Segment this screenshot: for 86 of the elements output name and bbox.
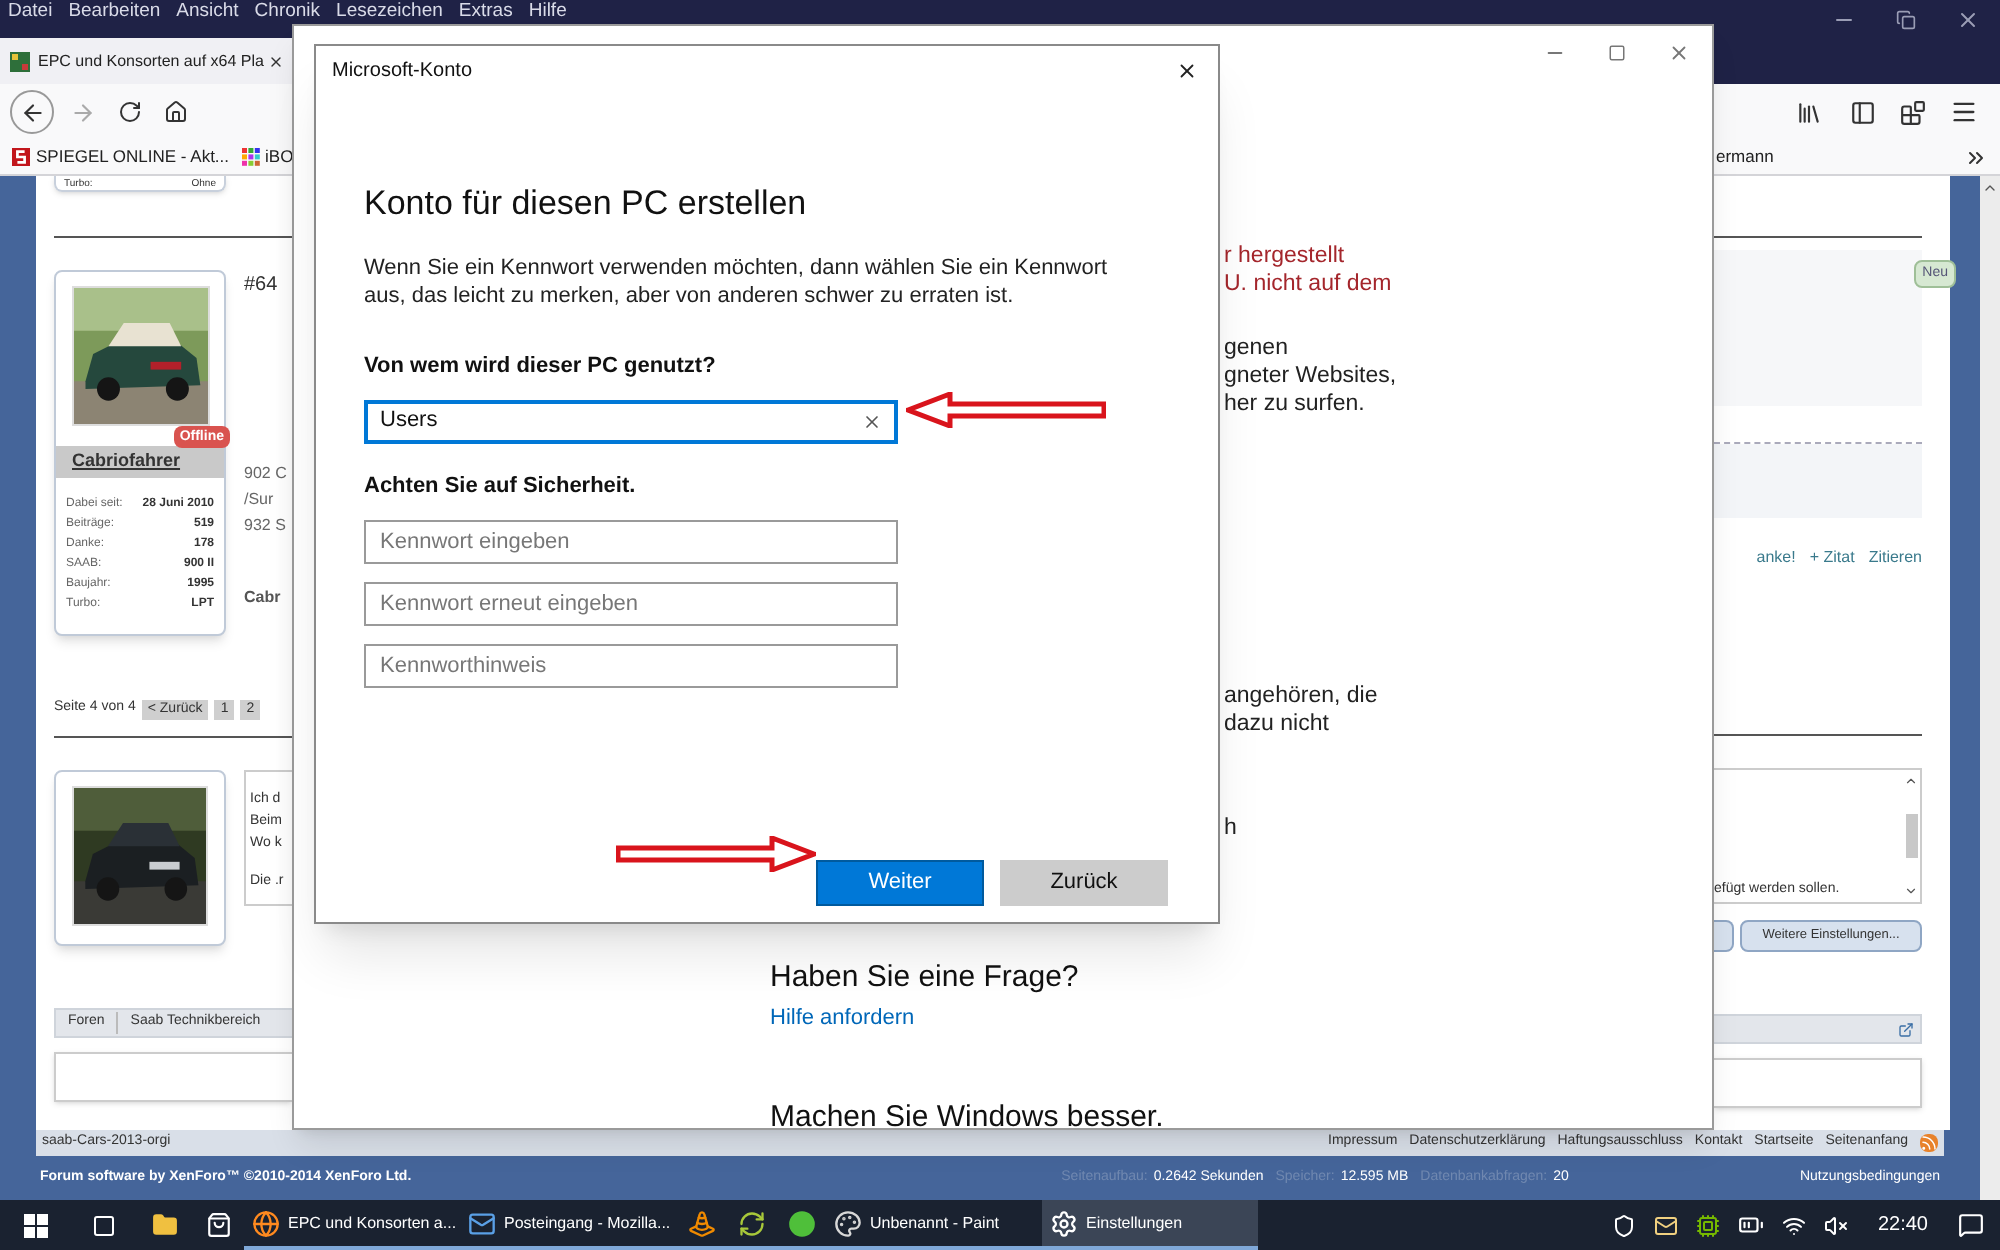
menu-item[interactable]: Ansicht: [176, 0, 239, 22]
back-button[interactable]: Zurück: [1000, 860, 1168, 906]
notifications-icon[interactable]: [1958, 1212, 1984, 1238]
taskbar-item[interactable]: EPC und Konsorten a...: [244, 1200, 460, 1250]
taskbar-item[interactable]: Einstellungen: [1042, 1200, 1258, 1250]
warning-text: U. nicht auf dem: [1224, 270, 1394, 298]
cone-icon: [687, 1209, 715, 1237]
post-number: #64: [244, 272, 280, 300]
password-field[interactable]: Kennworthinweis: [364, 644, 898, 688]
post-action-link[interactable]: + Zitat: [1809, 546, 1855, 570]
ball-icon: [787, 1209, 815, 1237]
external-link-icon[interactable]: [1898, 1021, 1914, 1037]
taskbar-item[interactable]: Posteingang - Mozilla...: [460, 1200, 676, 1250]
scroll-up-icon[interactable]: [1904, 774, 1918, 788]
password-field[interactable]: Kennwort eingeben: [364, 520, 898, 564]
field-label: Achten Sie auf Sicherheit.: [364, 471, 636, 501]
wifi-icon[interactable]: [1781, 1213, 1806, 1237]
volume-icon[interactable]: [1823, 1213, 1848, 1237]
close-icon[interactable]: [1176, 59, 1198, 81]
info-text: h: [1224, 814, 1239, 842]
home-icon[interactable]: [164, 100, 188, 124]
task-view-icon[interactable]: [92, 1213, 116, 1237]
menu-item[interactable]: Datei: [8, 0, 53, 22]
editor-button[interactable]: [1714, 920, 1734, 952]
clock-text: 22:40: [1877, 1212, 1928, 1240]
menu-item[interactable]: Bearbeiten: [68, 0, 161, 22]
info-text: gneter Websites,: [1224, 362, 1399, 390]
user-name-field[interactable]: Users: [364, 399, 898, 443]
section-heading: Haben Sie eine Frage?: [770, 960, 1079, 996]
post-action-link[interactable]: Zitieren: [1868, 546, 1922, 570]
store-icon[interactable]: [206, 1212, 232, 1238]
menu-item[interactable]: Hilfe: [528, 0, 567, 22]
windows-logo-icon: [24, 1213, 48, 1237]
favicon-icon: [12, 148, 30, 166]
globe-icon: [252, 1209, 280, 1237]
sidebar-icon[interactable]: [1850, 99, 1876, 125]
shield-icon[interactable]: [1611, 1213, 1636, 1237]
favicon-icon: [241, 148, 260, 166]
bookmark-link[interactable]: iBO: [241, 144, 294, 170]
intro-text: Wenn Sie ein Kennwort verwenden möchten, dann wählen Sie ein Kennwort aus, das leicht zu merken, aber von anderen schwer zu erraten ist.: [364, 254, 1110, 310]
back-arrow-icon[interactable]: [19, 99, 45, 125]
arrows-icon: [737, 1209, 765, 1237]
mail-icon: [468, 1209, 496, 1237]
info-text: genen: [1224, 334, 1290, 362]
field-label: Von wem wird dieser PC genutzt?: [364, 352, 716, 382]
clear-icon[interactable]: [862, 411, 882, 431]
menu-item[interactable]: Chronik: [254, 0, 321, 22]
next-button[interactable]: Weiter: [816, 860, 984, 906]
post-text: 932 S: [244, 514, 287, 538]
scroll-up-icon[interactable]: [1982, 180, 1998, 196]
help-link[interactable]: Hilfe anfordern: [770, 1002, 915, 1035]
post-action-link[interactable]: anke!: [1756, 546, 1796, 570]
scroll-down-icon[interactable]: [1904, 884, 1918, 898]
dialog-title: Microsoft-Konto: [332, 57, 473, 85]
favicon-icon: [10, 51, 30, 71]
mail-icon[interactable]: [1653, 1213, 1678, 1237]
back-button[interactable]: [10, 90, 54, 134]
dialog-heading: Konto für diesen PC erstellen: [364, 184, 807, 224]
close-icon[interactable]: [267, 53, 284, 69]
info-text: angehören, die: [1224, 682, 1380, 710]
menu-icon[interactable]: [1950, 98, 1978, 126]
rss-icon[interactable]: [1920, 1134, 1938, 1152]
info-text: her zu surfen.: [1224, 390, 1367, 418]
bookmark-link[interactable]: SPIEGEL ONLINE - Akt...: [12, 144, 230, 170]
warning-text: r hergestellt: [1224, 242, 1347, 270]
section-heading: Machen Sie Windows besser.: [770, 1099, 1164, 1128]
browser-tab[interactable]: EPC und Konsorten auf x64 Pla: [0, 38, 292, 84]
palette-icon: [834, 1209, 862, 1237]
gear-icon: [1050, 1209, 1078, 1237]
folder-icon[interactable]: [152, 1212, 178, 1238]
post-text: /Sur: [244, 488, 276, 512]
maximize-icon[interactable]: [1608, 43, 1626, 61]
restore-icon[interactable]: [1896, 10, 1916, 30]
bookmark-link[interactable]: ermann: [1716, 144, 1774, 170]
chip-icon[interactable]: [1695, 1213, 1720, 1237]
extension-icon[interactable]: [1900, 99, 1926, 125]
signature-text: Cabr: [244, 586, 283, 610]
menu-item[interactable]: Extras: [458, 0, 513, 22]
reload-icon[interactable]: [118, 100, 142, 124]
post-text: 902 C: [244, 462, 287, 486]
battery-icon[interactable]: [1737, 1212, 1764, 1238]
menu-item[interactable]: Lesezeichen: [336, 0, 443, 22]
info-text: dazu nicht: [1224, 710, 1331, 738]
library-icon[interactable]: [1796, 99, 1822, 125]
password-field[interactable]: Kennwort erneut eingeben: [364, 582, 898, 626]
close-icon[interactable]: [1956, 8, 1980, 32]
